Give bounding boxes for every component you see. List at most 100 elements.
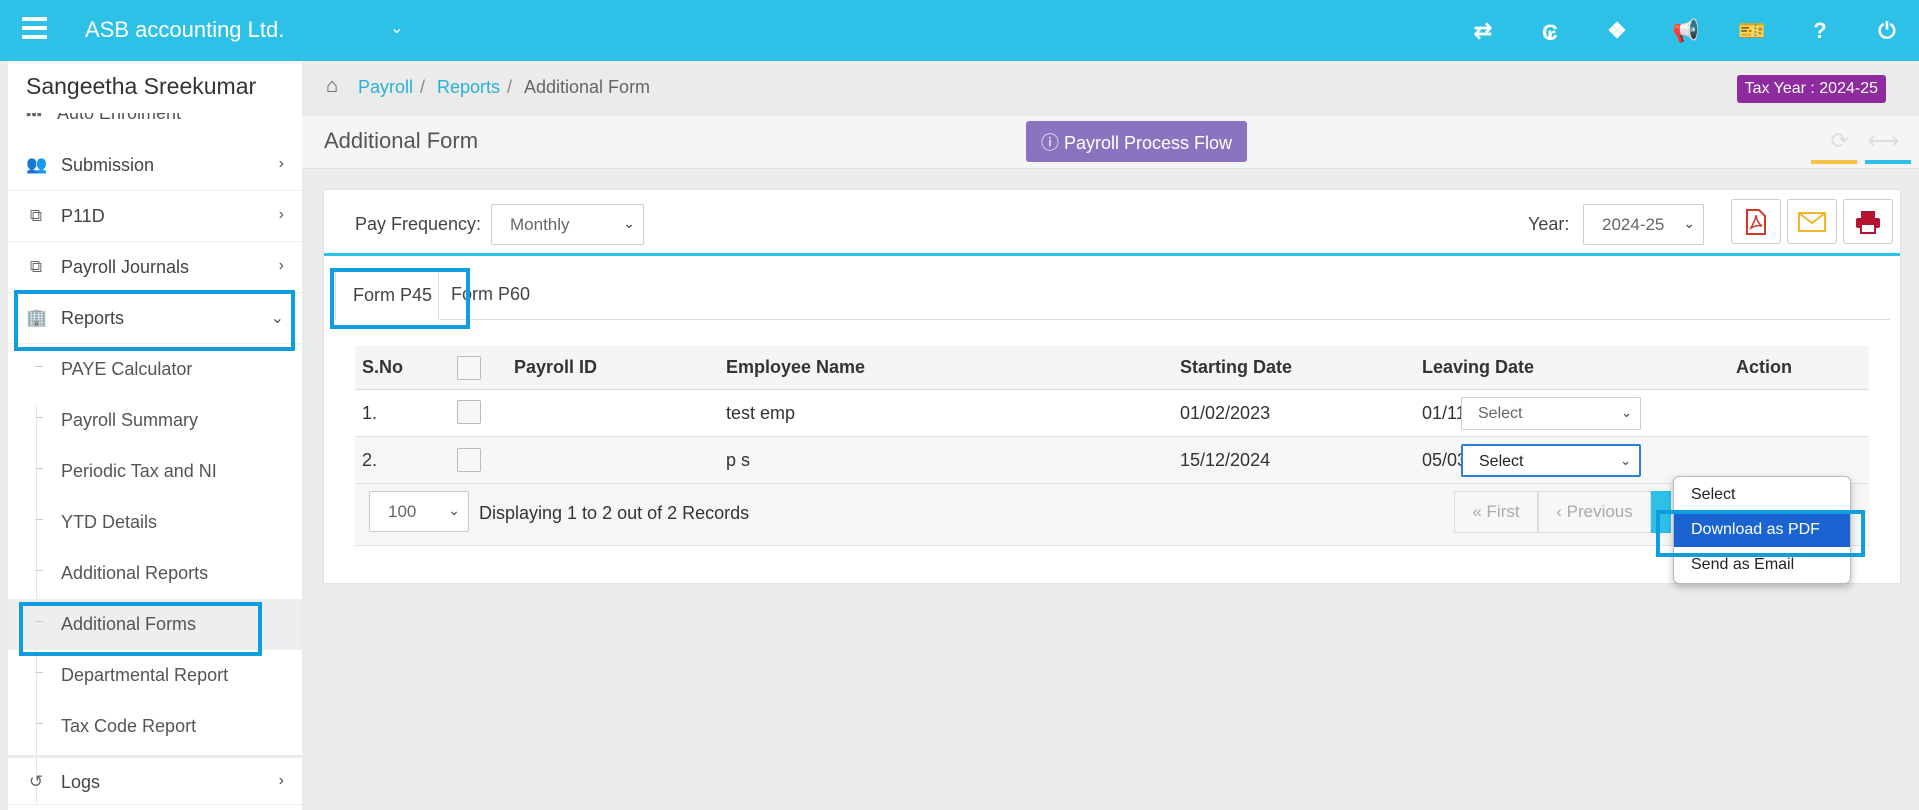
info-icon: ⓘ xyxy=(1040,132,1059,153)
sidebar: Sangeetha Sreekumar ▪▪▪ Auto Enrolment 👥… xyxy=(8,61,302,810)
refresh-icon[interactable]: ⟳ xyxy=(1831,128,1849,154)
submenu-tick xyxy=(35,621,43,622)
dropdown-option-select[interactable]: Select xyxy=(1674,478,1850,512)
sidebar-item-reports[interactable]: 🏢 Reports ⌄ xyxy=(8,294,302,344)
sidebar-item-submission[interactable]: 👥 Submission › xyxy=(8,141,302,191)
copy-icon: ⧉ xyxy=(29,206,43,225)
first-page-button[interactable]: « First xyxy=(1454,491,1538,533)
envelope-icon xyxy=(1798,211,1826,232)
action-select[interactable]: Select ⌄ xyxy=(1461,397,1641,430)
breadcrumb-reports[interactable]: Reports xyxy=(437,77,500,98)
hamburger-menu-icon[interactable] xyxy=(22,17,47,41)
dropdown-option-send-email[interactable]: Send as Email xyxy=(1674,548,1850,582)
history-icon: ↺ xyxy=(28,772,44,791)
transfer-icon[interactable]: ⇄ xyxy=(1469,17,1497,45)
building-icon: 🏢 xyxy=(26,308,48,327)
chevron-down-icon: ⌄ xyxy=(1621,405,1632,420)
sidebar-item-p11d[interactable]: ⧉ P11D › xyxy=(8,192,302,242)
megaphone-icon[interactable]: 📢 xyxy=(1672,17,1700,45)
column-header-starting-date: Starting Date xyxy=(1180,357,1293,377)
chevron-down-icon: ⌄ xyxy=(1683,215,1695,231)
sidebar-subitem-tax-code-report[interactable]: Tax Code Report xyxy=(8,701,302,752)
sidebar-subitem-departmental-report[interactable]: Departmental Report xyxy=(8,650,302,701)
option-label: Send as Email xyxy=(1691,556,1795,573)
select-all-checkbox[interactable] xyxy=(457,356,481,380)
column-header-payroll-id: Payroll ID xyxy=(514,357,598,377)
sidebar-item-label: Submission xyxy=(61,155,155,175)
submenu-tick xyxy=(35,723,43,724)
copy-icon: ⧉ xyxy=(29,257,43,276)
sidebar-item-payroll-journals[interactable]: ⧉ Payroll Journals › xyxy=(8,243,302,293)
records-count: Displaying 1 to 2 out of 2 Records xyxy=(479,503,750,523)
sidebar-subitem-ytd-details[interactable]: YTD Details xyxy=(8,497,302,548)
tab-form-p60[interactable]: Form P60 xyxy=(439,270,549,320)
payroll-process-flow-button[interactable]: ⓘ Payroll Process Flow xyxy=(1026,121,1247,162)
form-tabs: Form P45 Form P60 xyxy=(335,270,1890,320)
sidebar-subitem-label: Additional Reports xyxy=(61,563,209,583)
sidebar-subitem-paye-calculator[interactable]: PAYE Calculator xyxy=(8,344,302,395)
sidebar-subitem-additional-forms[interactable]: Additional Forms xyxy=(8,599,302,650)
row-checkbox[interactable] xyxy=(457,448,481,472)
year-select[interactable]: 2024-25 ⌄ xyxy=(1583,204,1704,245)
submenu-tick xyxy=(35,417,43,418)
previous-page-button[interactable]: ‹ Previous xyxy=(1538,491,1651,533)
sidebar-subitem-payroll-summary[interactable]: Payroll Summary xyxy=(8,395,302,446)
sidebar-subitem-label: Departmental Report xyxy=(61,665,229,685)
year-value: 2024-25 xyxy=(1602,215,1665,234)
cell-starting-date: 01/02/2023 xyxy=(1180,403,1271,423)
tab-form-p45[interactable]: Form P45 xyxy=(335,270,439,320)
breadcrumb-payroll[interactable]: Payroll xyxy=(358,77,413,98)
pay-frequency-value: Monthly xyxy=(510,215,570,234)
expand-icon[interactable]: ⟷ xyxy=(1867,128,1899,154)
sidebar-subitem-periodic-tax[interactable]: Periodic Tax and NI xyxy=(8,446,302,497)
page-size-select[interactable]: 100 ⌄ xyxy=(369,491,469,532)
pdf-export-button[interactable] xyxy=(1731,199,1781,244)
cell-starting-date: 15/12/2024 xyxy=(1180,450,1271,470)
cubes-icon[interactable]: ❖ xyxy=(1603,17,1631,45)
cell-sno: 2. xyxy=(362,450,378,470)
chevron-down-icon: ⌄ xyxy=(623,215,635,231)
column-header-sno: S.No xyxy=(362,357,404,377)
page-size-value: 100 xyxy=(388,502,417,521)
ticket-icon[interactable]: 🎫 xyxy=(1738,17,1766,45)
table-footer: 100 ⌄ Displaying 1 to 2 out of 2 Records… xyxy=(355,484,1869,546)
home-icon[interactable]: ⌂ xyxy=(326,75,338,98)
column-header-action: Action xyxy=(1736,357,1792,377)
print-button[interactable] xyxy=(1843,199,1893,244)
sidebar-header: Sangeetha Sreekumar xyxy=(8,61,302,113)
breadcrumb-current: Additional Form xyxy=(524,77,651,97)
cell-sno: 1. xyxy=(362,403,378,423)
currency-icon[interactable]: ₢ xyxy=(1536,19,1564,47)
submenu-tick xyxy=(35,468,43,469)
help-icon[interactable]: ? xyxy=(1806,17,1834,45)
action-dropdown-menu: Select Download as PDF Send as Email xyxy=(1673,476,1851,584)
sidebar-item-label: Logs xyxy=(61,772,101,792)
chevron-down-icon[interactable]: ⌄ xyxy=(390,18,403,38)
pay-frequency-select[interactable]: Monthly ⌄ xyxy=(491,204,644,245)
row-checkbox[interactable] xyxy=(457,400,481,424)
action-select-open[interactable]: Select ⌄ xyxy=(1461,444,1641,477)
action-select-value: Select xyxy=(1479,453,1524,470)
chevron-down-icon: ⌄ xyxy=(448,502,460,518)
column-header-leaving-date: Leaving Date xyxy=(1422,357,1535,377)
tax-year-badge: Tax Year : 2024-25 xyxy=(1736,75,1886,103)
email-export-button[interactable] xyxy=(1787,199,1837,244)
submenu-tick xyxy=(35,672,43,673)
current-page-button[interactable] xyxy=(1651,491,1671,533)
chevron-down-icon: ⌄ xyxy=(270,310,284,327)
sidebar-subitem-additional-reports[interactable]: Additional Reports xyxy=(8,548,302,599)
breadcrumb-separator: / xyxy=(507,77,513,97)
refresh-indicator xyxy=(1811,160,1857,164)
top-bar: ASB accounting Ltd. ⌄ ⇄ ₢ ❖ 📢 🎫 ? ⏻ xyxy=(0,0,1919,61)
company-name[interactable]: ASB accounting Ltd. xyxy=(85,17,284,43)
power-icon[interactable]: ⏻ xyxy=(1873,17,1901,45)
printer-icon xyxy=(1856,210,1880,234)
users-icon: 👥 xyxy=(26,155,48,174)
sidebar-item-label: P11D xyxy=(61,206,105,226)
column-header-employee-name: Employee Name xyxy=(726,357,866,377)
option-label: Download as PDF xyxy=(1691,521,1820,538)
sidebar-subitem-label: PAYE Calculator xyxy=(61,359,193,379)
sidebar-item-logs[interactable]: ↺ Logs › xyxy=(8,755,302,805)
pay-frequency-label: Pay Frequency: xyxy=(355,214,482,234)
dropdown-option-download-pdf[interactable]: Download as PDF xyxy=(1674,513,1850,547)
